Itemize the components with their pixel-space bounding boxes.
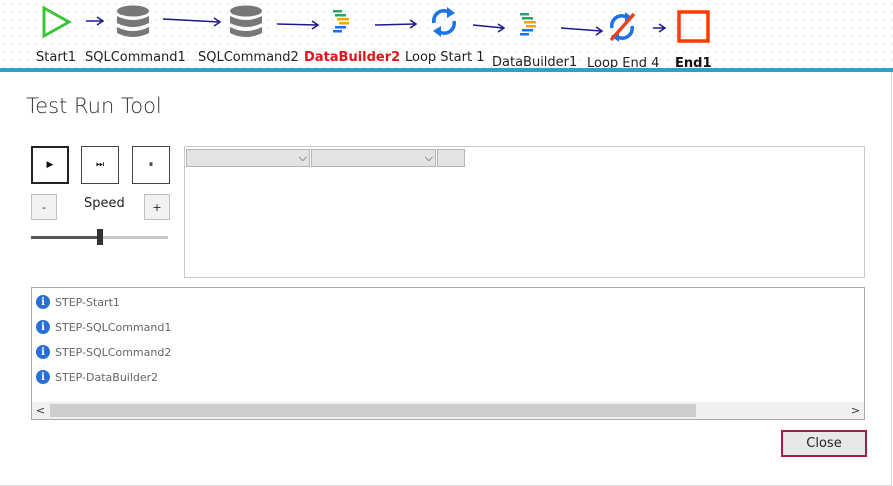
pause-icon: ⏸: [148, 160, 154, 170]
step-forward-button[interactable]: ⏭: [81, 146, 119, 184]
scroll-left-icon[interactable]: <: [32, 402, 49, 419]
log-entry-text: STEP-Start1: [55, 295, 120, 309]
variable-dropdown-2[interactable]: ⌵: [311, 149, 436, 167]
flow-arrow: [653, 23, 667, 33]
horizontal-scrollbar[interactable]: < >: [32, 402, 864, 419]
databuilder-icon: [333, 10, 349, 33]
info-icon: i: [36, 345, 50, 359]
log-entry-text: STEP-SQLCommand2: [55, 345, 172, 359]
play-button[interactable]: ▶: [31, 146, 69, 184]
log-entry: i STEP-DataBuilder2: [36, 367, 158, 387]
log-entry: i STEP-SQLCommand1: [36, 317, 171, 337]
flow-node-label: SQLCommand2: [198, 50, 299, 65]
speed-slider[interactable]: [31, 229, 168, 245]
panel-action-button[interactable]: [437, 149, 465, 167]
speed-decrease-button[interactable]: -: [31, 194, 57, 220]
flow-node-label: Loop Start 1: [405, 50, 485, 65]
stop-square-icon: [677, 10, 710, 43]
databuilder-icon: [520, 13, 536, 36]
skip-forward-icon: ⏭: [95, 160, 105, 170]
flow-node-label: SQLCommand1: [85, 50, 186, 65]
loop-end-icon: [609, 12, 636, 42]
log-entry: i STEP-Start1: [36, 292, 120, 312]
flow-node-label: Start1: [36, 50, 77, 65]
database-icon: [230, 5, 262, 37]
info-icon: i: [36, 320, 50, 334]
speed-slider-thumb[interactable]: [97, 229, 103, 245]
speed-increase-button[interactable]: +: [144, 194, 170, 220]
log-entry-text: STEP-SQLCommand1: [55, 320, 172, 334]
chevron-down-icon: ⌵: [424, 151, 433, 164]
info-icon: i: [36, 295, 50, 309]
flow-arrow: [560, 26, 604, 36]
chevron-down-icon: ⌵: [298, 151, 307, 164]
variables-panel: ⌵ ⌵: [184, 146, 865, 278]
flow-node-label: DataBuilder2: [304, 50, 401, 65]
flow-arrow: [86, 16, 105, 26]
play-icon: ▶: [46, 160, 54, 170]
flow-arrow: [472, 23, 506, 33]
flow-arrow: [162, 17, 222, 27]
flow-arrow: [374, 19, 418, 29]
speed-slider-fill: [31, 236, 100, 239]
close-button[interactable]: Close: [781, 430, 867, 457]
flow-arrow: [276, 20, 320, 30]
workflow-canvas: Start1 SQLCommand1 SQLCommand2 DataBuild…: [0, 0, 893, 71]
play-triangle-icon: [42, 5, 72, 39]
database-icon: [117, 5, 149, 37]
variable-dropdown-1[interactable]: ⌵: [186, 149, 310, 167]
pause-button[interactable]: ⏸: [132, 146, 170, 184]
speed-label: Speed: [84, 196, 125, 211]
dialog-title: Test Run Tool: [26, 94, 162, 118]
info-icon: i: [36, 370, 50, 384]
log-entry: i STEP-SQLCommand2: [36, 342, 171, 362]
scroll-right-icon[interactable]: >: [847, 402, 864, 419]
log-entry-text: STEP-DataBuilder2: [55, 370, 159, 384]
test-run-dialog: Test Run Tool ▶ ⏭ ⏸ - Speed + ⌵ ⌵ i STEP…: [0, 72, 892, 486]
step-log[interactable]: i STEP-Start1 i STEP-SQLCommand1 i STEP-…: [31, 287, 865, 420]
scrollbar-thumb[interactable]: [50, 404, 696, 417]
loop-icon: [432, 7, 456, 37]
